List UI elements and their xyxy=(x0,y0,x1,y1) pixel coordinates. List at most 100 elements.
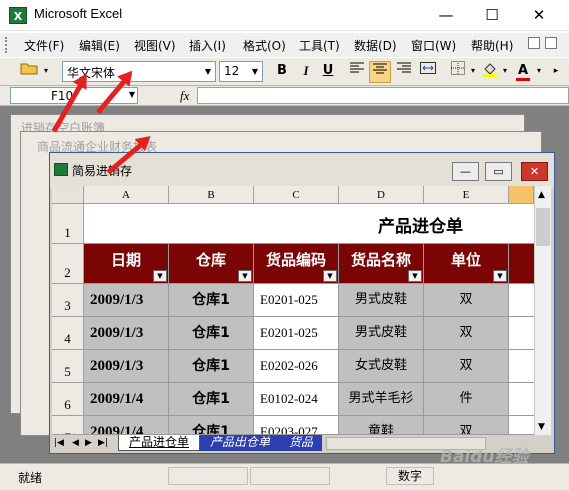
column-header-a[interactable]: A xyxy=(84,186,169,204)
align-right-icon[interactable] xyxy=(393,61,415,83)
open-folder-icon[interactable] xyxy=(18,61,40,83)
sheet-tab[interactable]: 产品出仓单 xyxy=(200,435,280,451)
close-button[interactable]: ✕ xyxy=(516,0,562,31)
vertical-scrollbar[interactable]: ▲ ▼ xyxy=(534,186,551,435)
table-cell[interactable]: 童鞋 xyxy=(339,416,424,435)
sheet-tab-active[interactable]: 产品进仓单 xyxy=(118,435,200,451)
table-cell[interactable]: E0202-026 xyxy=(254,350,339,383)
table-cell[interactable]: 2009/1/4 xyxy=(84,416,169,435)
row-header-7[interactable]: 7 xyxy=(52,416,84,435)
table-cell[interactable]: 男式皮鞋 xyxy=(339,284,424,317)
menu-tools[interactable]: 工具(T) xyxy=(299,37,340,54)
filter-dropdown-icon[interactable]: ▼ xyxy=(238,270,252,282)
table-cell[interactable]: 2009/1/3 xyxy=(84,317,169,350)
column-header-c[interactable]: C xyxy=(254,186,339,204)
filter-dropdown-icon[interactable]: ▼ xyxy=(153,270,167,282)
menu-file[interactable]: 文件(F) xyxy=(24,37,64,54)
font-color-icon[interactable]: A xyxy=(512,61,534,83)
row-header-4[interactable]: 4 xyxy=(52,317,84,350)
table-cell[interactable]: 2009/1/3 xyxy=(84,284,169,317)
workbook-close-button[interactable]: ✕ xyxy=(521,162,548,181)
row-header-1[interactable]: 1 xyxy=(52,204,84,244)
chevron-down-icon[interactable]: ▾ xyxy=(534,61,544,83)
align-left-icon[interactable] xyxy=(346,61,368,83)
minimize-button[interactable]: — xyxy=(423,0,469,31)
menu-insert[interactable]: 插入(I) xyxy=(189,37,226,54)
row-header-5[interactable]: 5 xyxy=(52,350,84,383)
menu-view[interactable]: 视图(V) xyxy=(134,37,176,54)
table-cell[interactable]: 女式皮鞋 xyxy=(339,350,424,383)
menu-format[interactable]: 格式(O) xyxy=(243,37,286,54)
column-header-e[interactable]: E xyxy=(424,186,509,204)
table-cell[interactable]: 2009/1/3 xyxy=(84,350,169,383)
table-cell[interactable]: 仓库1 xyxy=(169,383,254,416)
table-cell[interactable]: E0201-025 xyxy=(254,317,339,350)
chevron-down-icon[interactable]: ▾ xyxy=(500,61,510,83)
table-cell[interactable]: 仓库1 xyxy=(169,416,254,435)
header-cell-warehouse[interactable]: 仓库 ▼ xyxy=(169,244,254,284)
table-cell[interactable]: E0203-027 xyxy=(254,416,339,435)
filter-dropdown-icon[interactable]: ▼ xyxy=(323,270,337,282)
first-sheet-icon[interactable]: |◀ xyxy=(54,438,64,448)
table-cell[interactable]: 2009/1/4 xyxy=(84,383,169,416)
doc-restore-icon[interactable] xyxy=(545,37,557,49)
prev-sheet-icon[interactable]: ◀ xyxy=(72,438,79,448)
toolbar-options-icon[interactable]: ▸ xyxy=(549,61,563,83)
scroll-down-icon[interactable]: ▼ xyxy=(538,422,545,432)
header-cell-extra[interactable] xyxy=(509,244,534,284)
table-cell[interactable]: 双 xyxy=(424,350,509,383)
table-cell[interactable]: 双 xyxy=(424,284,509,317)
toolbar-dropdown-icon[interactable]: ▾ xyxy=(40,61,52,83)
sheet-tab[interactable]: 货品 xyxy=(280,435,322,451)
table-cell[interactable]: 双 xyxy=(424,416,509,435)
scroll-up-icon[interactable]: ▲ xyxy=(538,190,545,200)
fill-color-icon[interactable] xyxy=(479,61,501,83)
filter-dropdown-icon[interactable]: ▼ xyxy=(493,270,507,282)
table-cell[interactable]: 件 xyxy=(424,383,509,416)
chevron-down-icon[interactable]: ▼ xyxy=(248,62,262,81)
table-cell[interactable] xyxy=(509,317,534,350)
merge-center-icon[interactable] xyxy=(417,61,439,83)
font-size-combo[interactable]: 12 ▼ xyxy=(219,61,263,82)
table-cell[interactable] xyxy=(509,284,534,317)
function-icon[interactable]: fx xyxy=(180,88,189,104)
maximize-button[interactable]: ☐ xyxy=(469,0,515,31)
chevron-down-icon[interactable]: ▼ xyxy=(129,90,135,99)
header-cell-item-name[interactable]: 货品名称 ▼ xyxy=(339,244,424,284)
workbook-minimize-button[interactable]: — xyxy=(452,162,479,181)
row-header-3[interactable]: 3 xyxy=(52,284,84,317)
menu-data[interactable]: 数据(D) xyxy=(354,37,397,54)
menu-help[interactable]: 帮助(H) xyxy=(471,37,513,54)
table-cell[interactable] xyxy=(509,350,534,383)
menu-edit[interactable]: 编辑(E) xyxy=(79,37,120,54)
select-all-corner[interactable] xyxy=(52,186,84,204)
table-cell[interactable]: E0201-025 xyxy=(254,284,339,317)
column-header-b[interactable]: B xyxy=(169,186,254,204)
table-cell[interactable]: 仓库1 xyxy=(169,350,254,383)
borders-icon[interactable] xyxy=(447,61,469,83)
table-cell[interactable]: 仓库1 xyxy=(169,284,254,317)
bold-button[interactable]: B xyxy=(272,61,292,83)
filter-dropdown-icon[interactable]: ▼ xyxy=(408,270,422,282)
scrollbar-thumb[interactable] xyxy=(536,208,550,246)
table-cell[interactable]: 双 xyxy=(424,317,509,350)
doc-minimize-icon[interactable] xyxy=(528,37,540,49)
chevron-down-icon[interactable]: ▼ xyxy=(201,62,215,81)
align-center-icon[interactable] xyxy=(369,61,391,83)
sheet-title-cell[interactable]: 产品进仓单 xyxy=(84,204,534,244)
table-cell[interactable]: 男式羊毛衫 xyxy=(339,383,424,416)
workbook-restore-button[interactable]: ▭ xyxy=(485,162,512,181)
table-cell[interactable]: E0102-024 xyxy=(254,383,339,416)
table-cell[interactable] xyxy=(509,383,534,416)
chevron-down-icon[interactable]: ▾ xyxy=(468,61,478,83)
menu-window[interactable]: 窗口(W) xyxy=(411,37,456,54)
last-sheet-icon[interactable]: ▶| xyxy=(98,438,108,448)
row-header-2[interactable]: 2 xyxy=(52,244,84,284)
table-cell[interactable]: 男式皮鞋 xyxy=(339,317,424,350)
column-header-d[interactable]: D xyxy=(339,186,424,204)
row-header-6[interactable]: 6 xyxy=(52,383,84,416)
header-cell-item-code[interactable]: 货品编码 ▼ xyxy=(254,244,339,284)
header-cell-date[interactable]: 日期 ▼ xyxy=(84,244,169,284)
formula-input[interactable] xyxy=(197,87,569,104)
table-cell[interactable] xyxy=(509,416,534,435)
